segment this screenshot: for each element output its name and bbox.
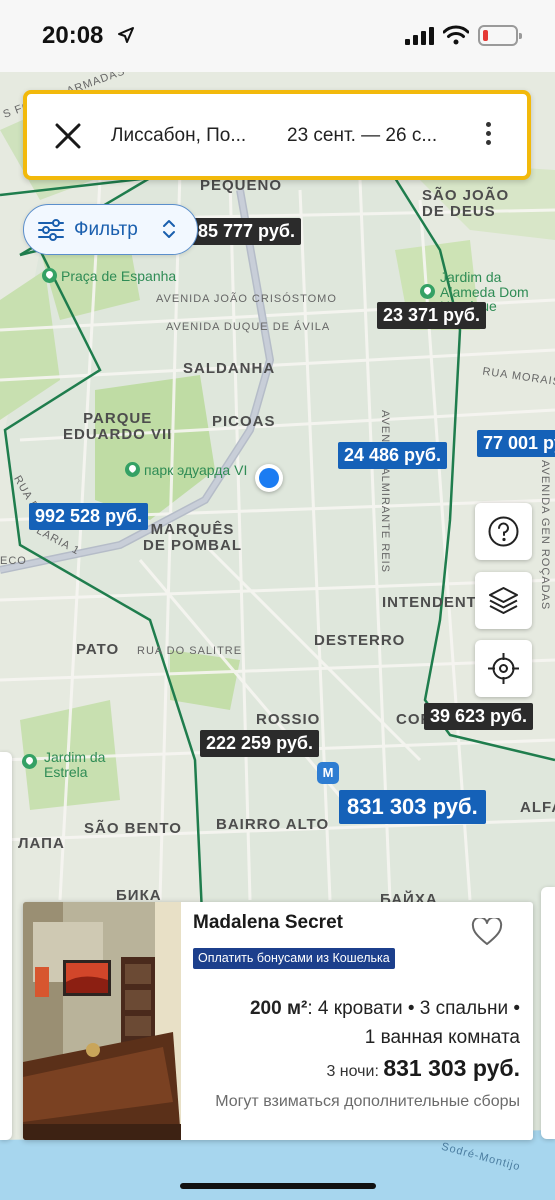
chevron-updown-icon	[163, 220, 175, 238]
park-pin-icon	[420, 284, 435, 299]
listing-price: 831 303 руб.	[383, 1055, 520, 1081]
listing-size: 200 м²	[249, 998, 308, 1019]
map-label: PATO	[76, 641, 120, 658]
park-label: Praça de Espanha	[42, 268, 176, 284]
more-vertical-icon[interactable]	[483, 122, 493, 152]
layers-button[interactable]	[475, 572, 532, 629]
map-label: DESTERRO	[314, 632, 406, 649]
battery-icon	[478, 25, 522, 46]
map-label: SALDANHA	[183, 360, 276, 377]
map-label: AVENIDA DUQUE DE ÁVILA	[166, 321, 331, 333]
listing-title[interactable]: Madalena Secret	[193, 912, 343, 934]
metro-icon: M	[317, 762, 339, 784]
search-location[interactable]: Лиссабон, По...	[111, 125, 246, 147]
filter-label: Фильтр	[74, 219, 138, 240]
park-pin-icon	[22, 754, 37, 769]
map-label: PARQUE EDUARDO VII	[63, 410, 173, 443]
map-label: AVENIDA GEN ROÇADAS	[539, 460, 551, 611]
filter-sliders-icon	[38, 219, 64, 241]
map-label: MARQUÊS DE POMBAL	[143, 521, 242, 554]
filter-button[interactable]: Фильтр	[23, 204, 198, 255]
map-label: ROSSIO	[256, 711, 321, 728]
price-marker[interactable]: 24 486 руб.	[338, 442, 447, 469]
park-label: парк эдуарда VI	[125, 462, 247, 478]
nights-label: 3 ночи:	[326, 1063, 384, 1080]
map-label: ALFA	[520, 799, 555, 816]
search-dates[interactable]: 23 сент. — 26 с...	[287, 125, 437, 147]
map-label: ECO	[0, 555, 27, 567]
listing-card[interactable]: Madalena Secret Оплатить бонусами из Кош…	[23, 902, 533, 1140]
help-button[interactable]	[475, 503, 532, 560]
map-label: INTENDENTE	[382, 594, 488, 611]
search-bar[interactable]: Лиссабон, По... 23 сент. — 26 с...	[23, 90, 531, 180]
listing-rooms: : 4 кровати • 3 спальни •	[307, 998, 520, 1019]
signal-icon	[405, 27, 434, 45]
listing-details: 200 м²: 4 кровати • 3 спальни • 1 ванная…	[190, 994, 520, 1052]
close-icon[interactable]	[53, 121, 83, 151]
current-location-dot	[255, 464, 283, 492]
listing-photo[interactable]	[23, 902, 181, 1140]
map-label: AVENIDA ALMIRANTE REIS	[379, 410, 391, 574]
price-marker-selected[interactable]: 831 303 руб.	[339, 790, 486, 824]
map-label: ЛАПА	[18, 835, 65, 852]
heart-icon[interactable]	[471, 918, 503, 946]
price-marker[interactable]: 992 528 руб.	[29, 503, 148, 530]
layers-icon	[489, 587, 518, 614]
fees-note: Могут взиматься дополнительные сборы	[215, 1093, 520, 1110]
wallet-badge: Оплатить бонусами из Кошелька	[193, 948, 395, 969]
map-label: RUA DO SALITRE	[137, 645, 243, 657]
park-pin-icon	[42, 268, 57, 283]
location-arrow-icon	[118, 27, 134, 43]
next-listing-card[interactable]	[541, 887, 555, 1139]
map-label: BAIRRO ALTO	[216, 816, 330, 833]
price-marker[interactable]: 222 259 руб.	[200, 730, 319, 757]
price-marker[interactable]: 77 001 руб.	[477, 430, 555, 457]
help-icon	[488, 516, 519, 547]
park-label: Jardim da Estrela	[22, 750, 105, 779]
map-label: SÃO JOÃO DE DEUS	[422, 187, 510, 220]
locate-button[interactable]	[475, 640, 532, 697]
listing-price-row: 3 ночи: 831 303 руб.	[326, 1055, 520, 1082]
map-label: SÃO BENTO	[84, 820, 182, 837]
map-label: PEQUENO	[200, 177, 283, 194]
price-marker[interactable]: 85 777 руб.	[192, 218, 301, 245]
park-pin-icon	[125, 462, 140, 477]
wifi-icon	[443, 25, 469, 45]
prev-listing-card[interactable]	[0, 752, 12, 1140]
price-marker[interactable]: 39 623 руб.	[424, 703, 533, 730]
status-bar: 20:08	[0, 0, 555, 72]
listing-bathrooms: 1 ванная комната	[364, 1027, 520, 1048]
home-indicator[interactable]	[180, 1183, 376, 1189]
price-marker[interactable]: 23 371 руб.	[377, 302, 486, 329]
map-label: PICOAS	[212, 413, 276, 430]
status-time: 20:08	[42, 22, 104, 49]
map-label: AVENIDA JOÃO CRISÓSTOMO	[156, 293, 337, 305]
locate-icon	[488, 653, 519, 684]
